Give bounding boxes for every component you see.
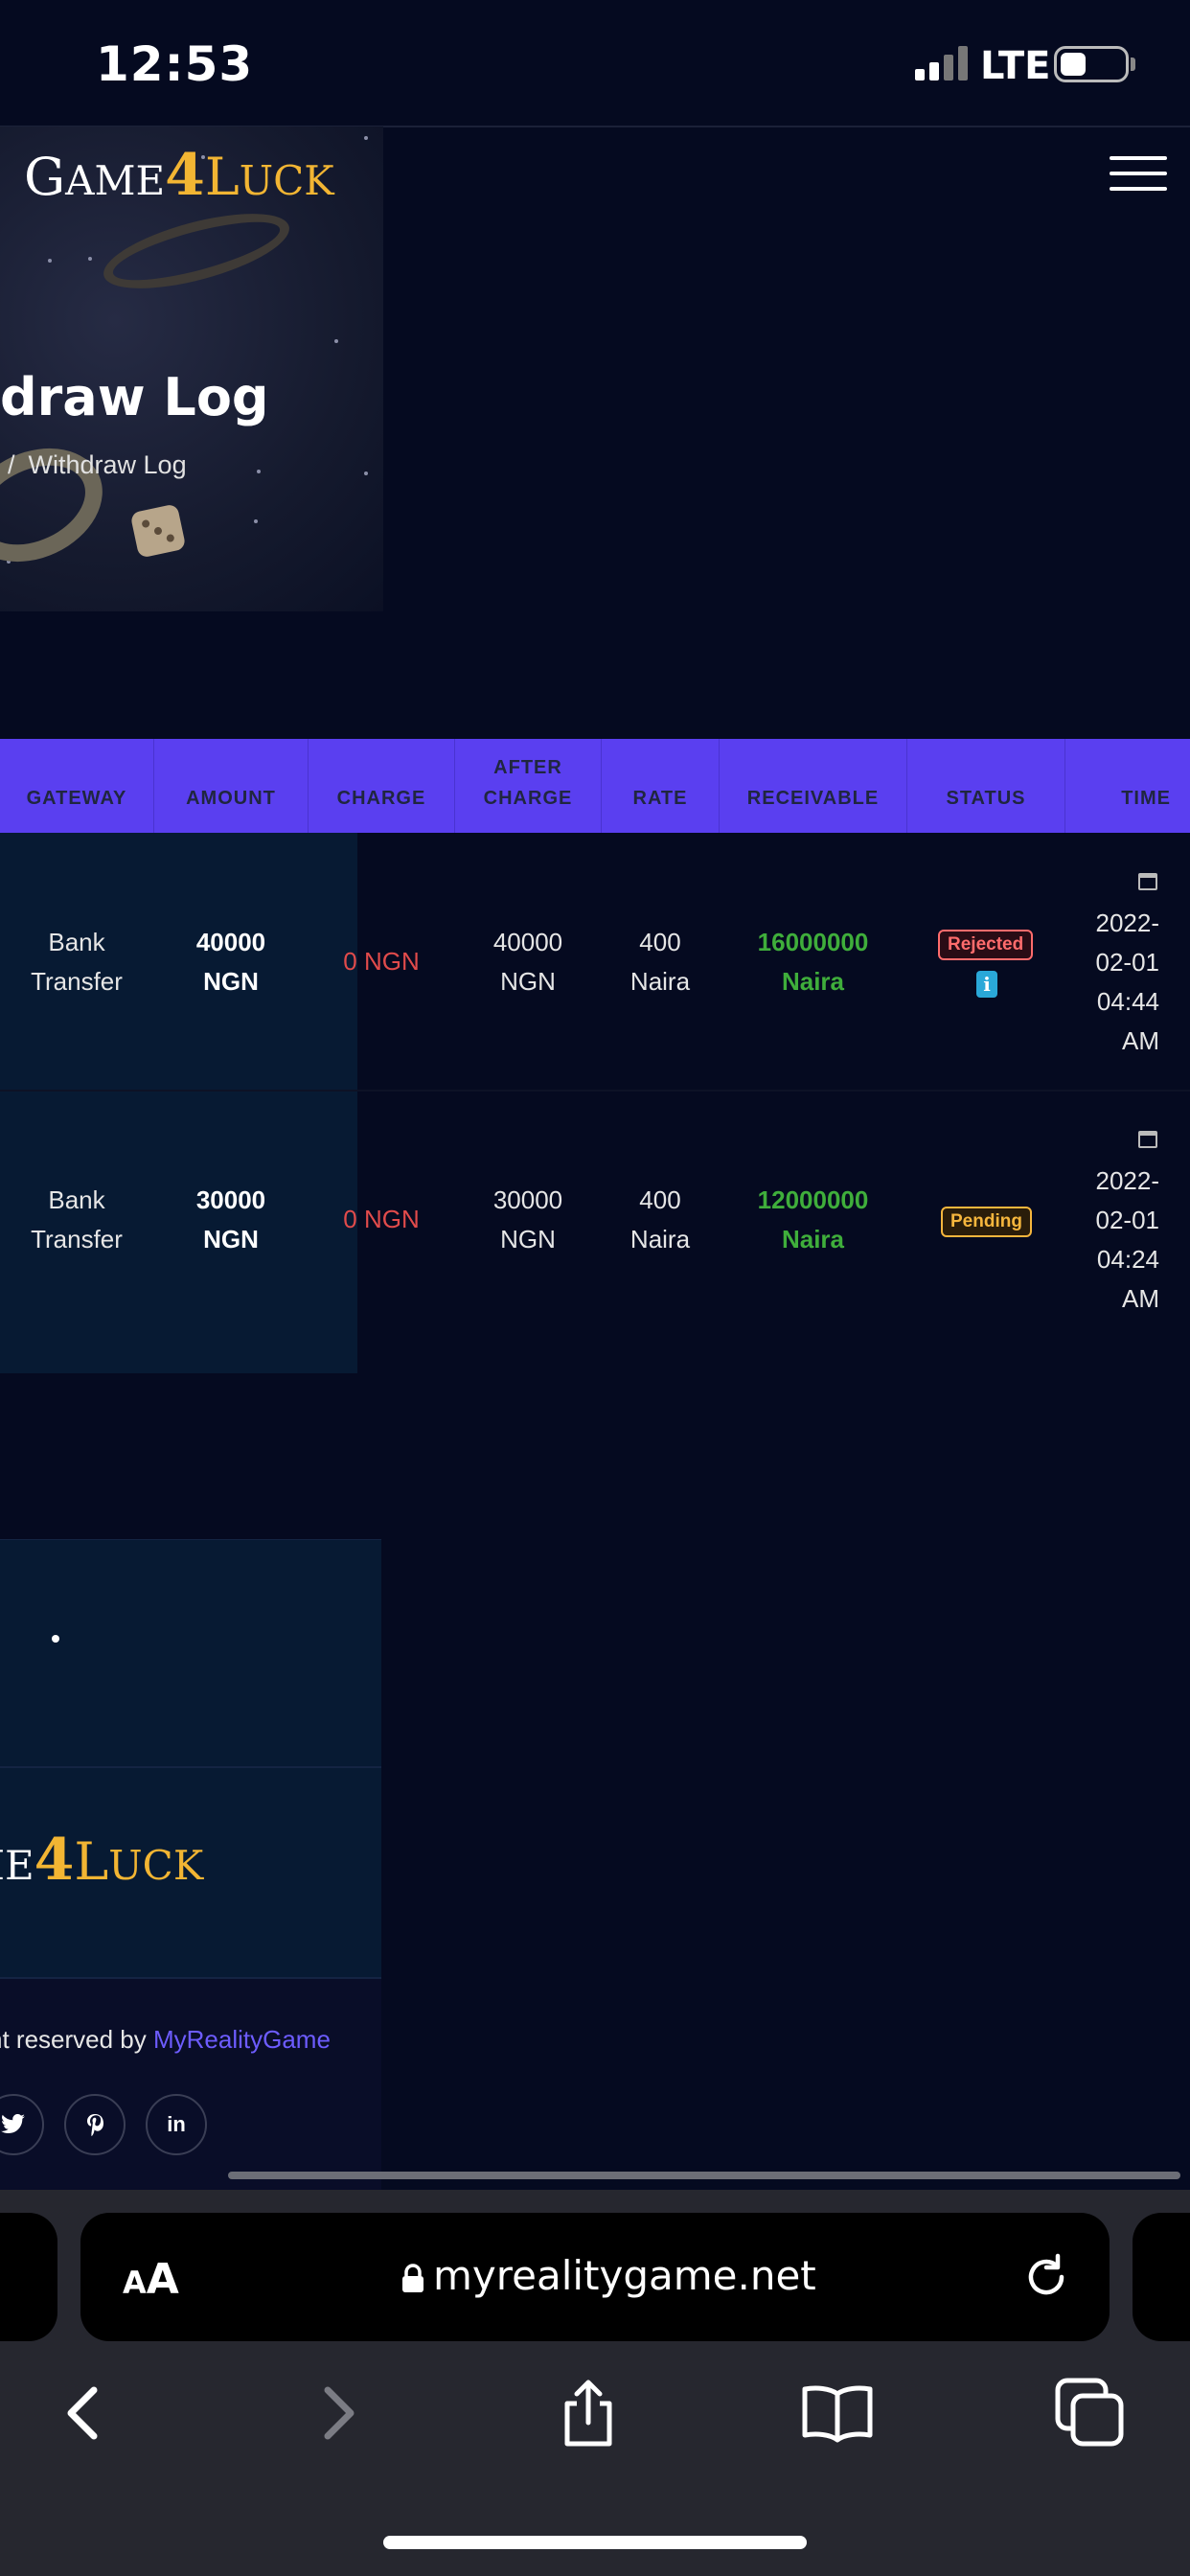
network-label: LTE	[980, 44, 1051, 88]
horizontal-scrollbar[interactable]	[228, 2172, 1180, 2179]
back-icon[interactable]	[44, 2375, 121, 2451]
time-cell: 2022- 02-01 04:24 AM	[1095, 1166, 1160, 1313]
previous-tab-preview[interactable]	[0, 2213, 57, 2341]
column-header-rate: RATE	[632, 788, 688, 809]
breadcrumb-current: Withdraw Log	[28, 450, 187, 479]
site-logo[interactable]: GAME4LUCK	[24, 142, 334, 209]
info-icon[interactable]: i	[976, 971, 997, 998]
battery-nub	[1131, 58, 1135, 71]
status-badge: Pending	[941, 1207, 1032, 1237]
copyright-link[interactable]: MyRealityGame	[153, 2025, 331, 2054]
status-time: 12:53	[96, 36, 254, 92]
bullet-dot	[52, 1635, 59, 1643]
signal-icon	[915, 46, 968, 80]
footer-bottom	[0, 1979, 381, 2190]
table-header: GATEWAY AMOUNT CHARGE AFTER CHARGE RATE …	[0, 739, 1190, 833]
breadcrumb: / Withdraw Log	[8, 450, 187, 480]
receivable-cell: 16000000 Naira	[757, 928, 869, 996]
calendar-icon	[1138, 873, 1157, 890]
charge-cell: 0 NGN	[343, 947, 420, 976]
breadcrumb-separator: /	[8, 450, 15, 479]
column-header-amount: AMOUNT	[186, 788, 276, 809]
rate-cell: 400 Naira	[629, 1185, 691, 1254]
gateway-cell: Bank Transfer	[31, 928, 123, 996]
after-charge-cell: 40000 NGN	[492, 928, 563, 996]
gateway-cell: Bank Transfer	[31, 1185, 123, 1254]
footer-logo[interactable]: ME4LUCK	[0, 1827, 203, 1894]
casino-chip-decoration	[96, 198, 297, 304]
time-cell: 2022- 02-01 04:44 AM	[1095, 908, 1160, 1055]
column-header-charge: CHARGE	[336, 788, 426, 809]
column-header-receivable: RECEIVABLE	[746, 788, 880, 809]
rate-cell: 400 Naira	[629, 928, 691, 996]
status-badge: Rejected	[938, 930, 1034, 960]
amount-cell: 30000 NGN	[195, 1185, 266, 1254]
column-header-time: TIME	[1121, 788, 1171, 809]
calendar-icon	[1138, 1131, 1157, 1148]
lock-icon	[402, 2264, 423, 2292]
page-title: draw Log	[0, 367, 269, 427]
charge-cell: 0 NGN	[343, 1205, 420, 1233]
after-charge-cell: 30000 NGN	[492, 1185, 563, 1254]
linkedin-icon[interactable]: in	[146, 2094, 207, 2155]
pinterest-icon[interactable]	[64, 2094, 126, 2155]
receivable-cell: 12000000 Naira	[757, 1185, 869, 1254]
battery-icon	[1054, 46, 1129, 82]
column-header-after-charge: AFTER CHARGE	[483, 757, 573, 809]
column-header-status: STATUS	[946, 788, 1026, 809]
column-header-gateway: GATEWAY	[26, 788, 127, 809]
url-text[interactable]: myrealitygame.net	[433, 2252, 816, 2299]
tabs-icon[interactable]	[1052, 2375, 1129, 2451]
bookmarks-icon[interactable]	[799, 2375, 876, 2451]
footer-top	[0, 1540, 381, 1766]
reload-icon[interactable]	[1019, 2250, 1073, 2304]
copyright-text: nt reserved by MyRealityGame	[0, 2025, 331, 2054]
forward-icon[interactable]	[301, 2375, 378, 2451]
dice-decoration	[129, 503, 187, 559]
share-icon[interactable]	[550, 2375, 627, 2451]
amount-cell: 40000 NGN	[195, 928, 266, 996]
reader-aa-button[interactable]: AA	[123, 2255, 179, 2304]
next-tab-preview[interactable]	[1133, 2213, 1190, 2341]
menu-icon[interactable]	[1110, 156, 1167, 191]
home-indicator[interactable]	[383, 2536, 807, 2549]
